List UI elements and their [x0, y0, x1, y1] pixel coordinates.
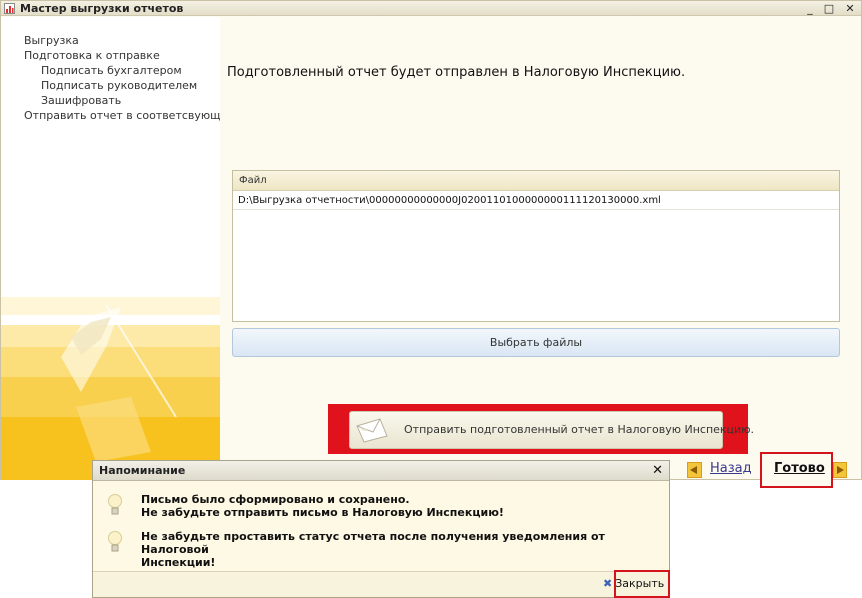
select-files-button[interactable]: Выбрать файлы — [232, 328, 840, 357]
window-title: Мастер выгрузки отчетов — [20, 2, 184, 15]
envelope-icon — [356, 418, 388, 443]
dialog-footer: ✖ Закрыть — [93, 570, 670, 598]
dialog-title: Напоминание — [93, 461, 669, 481]
reminder-message-text: Письмо было сформировано и сохранено. Не… — [141, 493, 504, 519]
dialog-close-label: Закрыть — [615, 577, 665, 590]
step-sign-director[interactable]: Подписать руководителем — [1, 78, 220, 93]
finish-button[interactable]: Готово — [774, 461, 825, 476]
lightbulb-icon — [108, 494, 122, 515]
reminder-line: Инспекции! — [141, 556, 216, 569]
reminder-line: Не забудьте проставить статус отчета пос… — [141, 530, 605, 556]
close-window-button[interactable]: ✕ — [843, 2, 857, 15]
arrow-right-icon[interactable] — [833, 462, 847, 478]
dialog-close-button[interactable]: ✖ Закрыть — [603, 577, 664, 590]
wizard-window: Мастер выгрузки отчетов _ □ ✕ Выгрузка П… — [0, 0, 862, 488]
arrow-left-icon[interactable] — [687, 462, 702, 478]
main-message: Подготовленный отчет будет отправлен в Н… — [227, 65, 686, 80]
files-table: Файл D:\Выгрузка отчетности\000000000000… — [232, 170, 840, 322]
step-encrypt[interactable]: Зашифровать — [1, 93, 220, 108]
dialog-close-icon[interactable]: ✕ — [652, 461, 663, 481]
title-bar: Мастер выгрузки отчетов _ □ ✕ — [1, 1, 861, 16]
send-report-label: Отправить подготовленный отчет в Налогов… — [404, 423, 754, 436]
back-button[interactable]: Назад — [710, 461, 752, 476]
reminder-line: Не забудьте отправить письмо в Налоговую… — [141, 506, 504, 519]
sidebar-decoration — [1, 277, 220, 480]
maximize-button[interactable]: □ — [822, 2, 836, 15]
reminder-dialog: Напоминание ✕ Письмо было сформировано и… — [92, 460, 670, 598]
steps-sidebar: Выгрузка Подготовка к отправке Подписать… — [1, 17, 220, 480]
send-report-button[interactable]: Отправить подготовленный отчет в Налогов… — [349, 411, 754, 449]
step-send[interactable]: Отправить отчет в соответсвующий ор — [1, 108, 220, 123]
report-wizard-icon — [4, 3, 15, 14]
reminder-line: Письмо было сформировано и сохранено. — [141, 493, 410, 506]
close-icon: ✖ — [603, 577, 613, 590]
files-column-header: Файл — [233, 171, 839, 191]
steps-list: Выгрузка Подготовка к отправке Подписать… — [1, 33, 220, 123]
lightbulb-icon — [108, 531, 122, 552]
dialog-title-text: Напоминание — [99, 464, 186, 477]
step-export[interactable]: Выгрузка — [1, 33, 220, 48]
table-row[interactable]: D:\Выгрузка отчетности\00000000000000J02… — [233, 191, 839, 210]
step-sign-accountant[interactable]: Подписать бухгалтером — [1, 63, 220, 78]
step-prepare[interactable]: Подготовка к отправке — [1, 48, 220, 63]
minimize-button[interactable]: _ — [803, 2, 817, 15]
reminder-message-text: Не забудьте проставить статус отчета пос… — [141, 530, 658, 569]
